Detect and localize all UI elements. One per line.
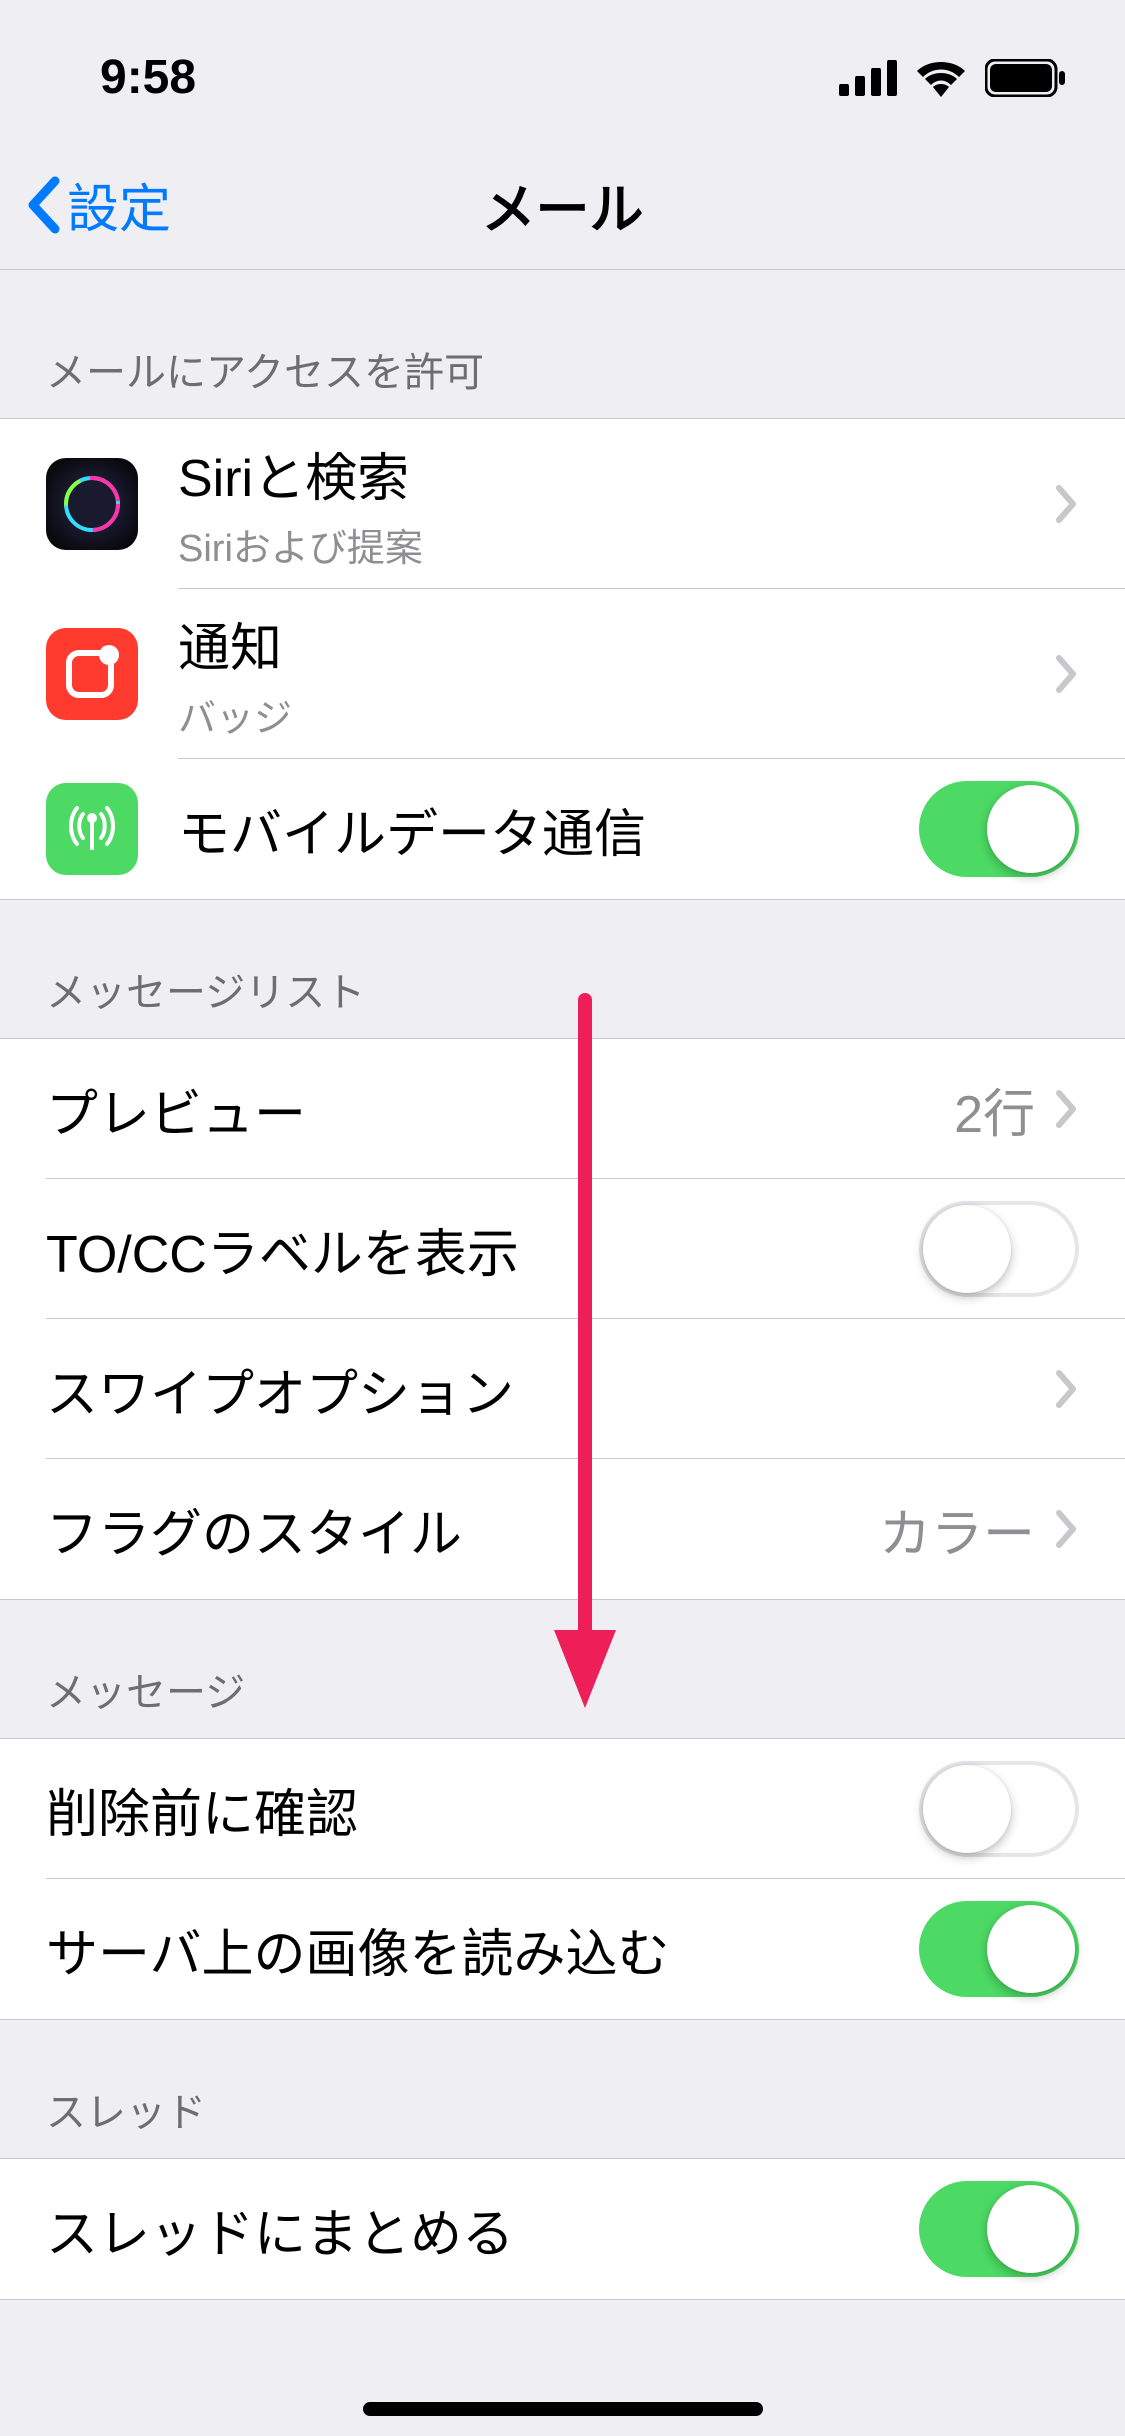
row-title: スレッドにまとめる xyxy=(46,2192,919,2267)
row-title: Siriと検索 xyxy=(178,436,1055,511)
chevron-left-icon xyxy=(25,175,63,235)
toggle-cellular-data[interactable] xyxy=(919,781,1079,877)
group-message-list: プレビュー 2行 TO/CCラベルを表示 スワイプオプション フラグのスタイル … xyxy=(0,1038,1125,1600)
chevron-right-icon xyxy=(1055,484,1079,524)
section-header-thread: スレッド xyxy=(0,2020,1125,2158)
toggle-confirm-delete[interactable] xyxy=(919,1761,1079,1857)
cellular-icon xyxy=(46,783,138,875)
navigation-bar: 設定 メール xyxy=(0,140,1125,270)
row-tocc-label[interactable]: TO/CCラベルを表示 xyxy=(0,1179,1125,1319)
section-header-message-list: メッセージリスト xyxy=(0,900,1125,1038)
notifications-icon xyxy=(46,628,138,720)
group-thread: スレッドにまとめる xyxy=(0,2158,1125,2300)
section-header-access: メールにアクセスを許可 xyxy=(0,270,1125,418)
row-subtitle: Siriおよび提案 xyxy=(178,517,1055,572)
section-header-message: メッセージ xyxy=(0,1600,1125,1738)
row-confirm-delete[interactable]: 削除前に確認 xyxy=(0,1739,1125,1879)
row-load-remote-images[interactable]: サーバ上の画像を読み込む xyxy=(0,1879,1125,2019)
home-indicator[interactable] xyxy=(363,2402,763,2416)
wifi-icon xyxy=(915,59,967,97)
row-organize-thread[interactable]: スレッドにまとめる xyxy=(0,2159,1125,2299)
row-swipe-options[interactable]: スワイプオプション xyxy=(0,1319,1125,1459)
group-access: Siriと検索 Siriおよび提案 通知 バッジ xyxy=(0,418,1125,900)
toggle-organize-thread[interactable] xyxy=(919,2181,1079,2277)
chevron-right-icon xyxy=(1055,1369,1079,1409)
cellular-signal-icon xyxy=(839,60,897,96)
row-subtitle: バッジ xyxy=(178,687,1055,742)
row-title: TO/CCラベルを表示 xyxy=(46,1212,919,1287)
row-cellular-data[interactable]: モバイルデータ通信 xyxy=(0,759,1125,899)
row-preview[interactable]: プレビュー 2行 xyxy=(0,1039,1125,1179)
row-title: プレビュー xyxy=(46,1072,954,1147)
row-title: 削除前に確認 xyxy=(46,1772,919,1847)
row-title: サーバ上の画像を読み込む xyxy=(46,1912,919,1987)
status-bar: 9:58 xyxy=(0,0,1125,140)
status-time: 9:58 xyxy=(100,50,196,105)
row-title: フラグのスタイル xyxy=(46,1492,879,1567)
row-siri-search[interactable]: Siriと検索 Siriおよび提案 xyxy=(0,419,1125,589)
chevron-right-icon xyxy=(1055,1509,1079,1549)
row-title: 通知 xyxy=(178,606,1055,681)
row-title: モバイルデータ通信 xyxy=(178,792,919,867)
row-value: カラー xyxy=(879,1492,1035,1567)
row-title: スワイプオプション xyxy=(46,1352,1055,1427)
status-icons xyxy=(839,59,1065,97)
chevron-right-icon xyxy=(1055,1089,1079,1129)
row-value: 2行 xyxy=(954,1072,1035,1147)
toggle-tocc-label[interactable] xyxy=(919,1201,1079,1297)
siri-icon xyxy=(46,458,138,550)
row-flag-style[interactable]: フラグのスタイル カラー xyxy=(0,1459,1125,1599)
battery-icon xyxy=(985,59,1065,97)
back-label: 設定 xyxy=(67,167,171,242)
chevron-right-icon xyxy=(1055,654,1079,694)
group-message: 削除前に確認 サーバ上の画像を読み込む xyxy=(0,1738,1125,2020)
row-notifications[interactable]: 通知 バッジ xyxy=(0,589,1125,759)
back-button[interactable]: 設定 xyxy=(0,167,171,242)
toggle-load-remote-images[interactable] xyxy=(919,1901,1079,1997)
